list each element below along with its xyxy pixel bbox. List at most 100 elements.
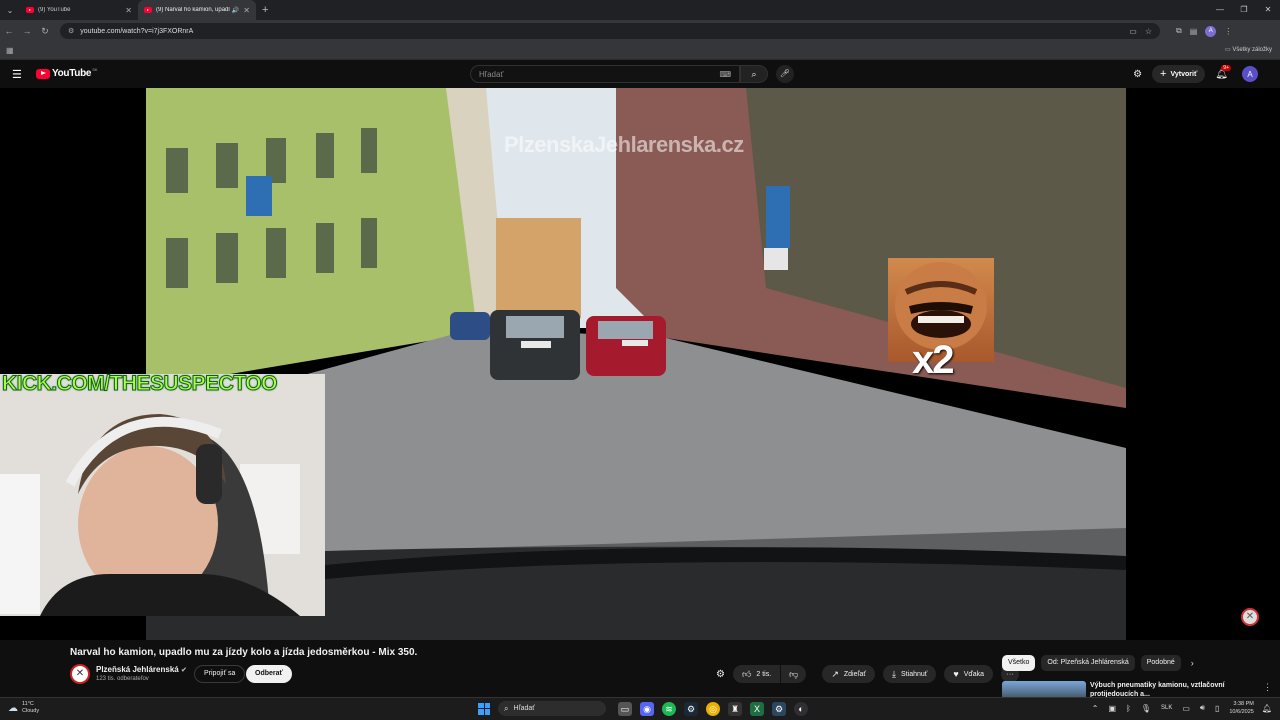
tab-title: (9) YouTube [38,7,71,13]
site-info-icon[interactable]: ⚙ [68,27,74,35]
maximize-icon[interactable]: ❐ [1232,0,1256,20]
download-icon: ⤓ [892,668,897,679]
search-placeholder: Hľadať [479,69,504,79]
search-input[interactable]: Hľadať ⌨ [470,65,740,83]
bookmark-star-icon[interactable]: ☆ [1145,27,1152,36]
tab-search-icon[interactable]: ⌄ [0,0,20,20]
taskbar-search-placeholder: Hľadať [513,705,535,712]
extension-gear-icon[interactable]: ⚙ [716,669,725,680]
search-button[interactable]: ⌕ [740,65,768,83]
download-label: Stiahnuť [901,670,928,678]
youtube-favicon-icon [144,7,152,13]
dislike-button[interactable]: 👎︎ [781,665,807,683]
channel-name[interactable]: Plzeňská Jehlárenská ✔ [96,665,187,674]
channel-avatar[interactable]: ✕ [70,664,90,684]
like-count: 2 tis. [756,670,772,678]
apps-grid-icon[interactable]: ▦ [6,46,14,55]
thumbs-up-icon: 👍︎ [741,668,752,679]
thanks-button[interactable]: ♥ Vďaka [944,665,994,683]
youtube-play-icon [36,68,50,79]
minimize-icon[interactable]: — [1208,0,1232,20]
app-icon[interactable]: ♜ [728,701,742,716]
create-label: Vytvoriť [1170,70,1198,78]
verified-icon: ✔ [180,667,187,674]
url-text: youtube.com/watch?v=i7j3FXORnrA [80,27,194,35]
subscribe-button[interactable]: Odberať [246,665,292,683]
search-icon: ⌕ [751,69,757,79]
steam-alt-icon[interactable]: ⚙ [772,701,786,716]
clock[interactable]: 3:38 PM 10/6/2025 [1229,700,1253,716]
all-bookmarks-label: Všetky záložky [1232,47,1272,53]
tab-groups-icon[interactable]: ▤ [1190,27,1198,36]
chevron-right-icon[interactable]: › [1191,658,1194,668]
windows-start-icon[interactable] [478,702,490,715]
system-tray: ⌃ ▣ ᛒ 🎙︎ SLK ▭ 🔊︎ ▯ 3:38 PM 10/6/2025 🔔︎ [1082,700,1272,716]
bookmarks-bar: ▦ ▭ Všetky záložky [0,42,1280,60]
close-tab-icon[interactable]: ✕ [243,6,250,15]
taskbar-search[interactable]: ⌕ Hľadať [498,701,606,716]
video-watermark: PlzenskaJehlarenska.cz [504,132,744,157]
share-icon: ↗ [831,668,839,679]
meme-multiplier: x2 [912,338,954,382]
streamer-webcam-overlay [0,374,325,616]
forward-icon[interactable]: → [18,26,36,36]
network-icon[interactable]: ▭ [1182,704,1190,713]
new-tab-button[interactable]: + [256,4,274,16]
tab-current-video[interactable]: (9) Narval ho kamion, upadl 🔊 ✕ [138,0,256,20]
download-button[interactable]: ⤓ Stiahnuť [883,665,937,683]
microphone-icon[interactable]: 🎙︎ [1141,704,1151,713]
excel-icon[interactable]: X [750,701,764,716]
tray-app-icon[interactable]: ▣ [1108,704,1116,713]
cast-icon[interactable]: ▭ [1129,27,1137,36]
close-tab-icon[interactable]: ✕ [125,6,132,15]
chrome-icon[interactable]: ◎ [706,701,720,716]
browser-tab-bar: ⌄ (9) YouTube ✕ (9) Narval ho kamion, up… [0,0,1280,20]
account-avatar[interactable]: A [1242,66,1258,82]
weather-condition: Cloudy [22,708,40,714]
tab-title: (9) Narval ho kamion, upadl [156,7,230,13]
keyboard-language[interactable]: SLK [1161,705,1172,711]
browser-menu-icon[interactable]: ⋮ [1224,27,1232,36]
more-vert-icon[interactable]: ⋮ [1263,682,1272,693]
subscriber-count: 123 tis. odberateľov [96,676,149,682]
share-button[interactable]: ↗ Zdieľať [822,665,876,683]
hamburger-menu-icon[interactable]: ☰ [12,68,22,81]
tray-chevron-icon[interactable]: ⌃ [1092,704,1099,713]
chip-from-channel[interactable]: Od: Plzeňská Jehlárenská [1041,655,1135,671]
url-bar[interactable]: ⚙ youtube.com/watch?v=i7j3FXORnrA ▭ ☆ [60,23,1160,39]
create-button[interactable]: + Vytvoriť [1152,65,1206,83]
task-view-icon[interactable]: ▭ [618,701,632,716]
keyboard-icon[interactable]: ⌨ [719,70,731,79]
reload-icon[interactable]: ↻ [36,26,54,37]
taskbar-apps: ⌕ Hľadať ▭ ◉ ≋ ⚙ ◎ ♜ X ⚙ ◐ [478,701,812,716]
chip-related[interactable]: Podobné [1140,655,1181,671]
close-window-icon[interactable]: ✕ [1256,0,1280,20]
extension-gear-icon[interactable]: ⚙ [1133,69,1142,80]
youtube-logo[interactable]: YouTube SK [36,67,98,79]
discord-icon[interactable]: ◉ [640,701,654,716]
bluetooth-icon[interactable]: ᛒ [1126,704,1131,713]
browser-profile-avatar[interactable]: A [1205,25,1217,37]
voice-search-icon[interactable]: 🎤︎ [776,65,794,83]
weather-widget[interactable]: ☁ 11°C Cloudy [8,701,39,715]
battery-icon[interactable]: ▯ [1215,704,1219,713]
steam-icon[interactable]: ⚙ [684,701,698,716]
tab-youtube-home[interactable]: (9) YouTube ✕ [20,0,138,20]
video-player[interactable]: PlzenskaJehlarenska.cz x2 KICK.COM/THESU [0,88,1280,640]
back-icon[interactable]: ← [0,26,18,36]
join-button[interactable]: Pripojiť sa [194,665,246,683]
chip-all[interactable]: Všetko [1002,655,1036,671]
spotify-icon[interactable]: ≋ [662,701,676,716]
notifications-bell-icon[interactable]: 🔔︎ 9+ [1215,64,1231,80]
audio-playing-icon[interactable]: 🔊 [232,7,239,14]
country-code: SK [92,67,98,72]
laughing-meme-sticker: x2 [888,258,994,382]
obs-icon[interactable]: ◐ [794,701,808,716]
like-button[interactable]: 👍︎ 2 tis. [732,665,781,683]
close-overlay-icon[interactable]: ✕ [1241,608,1259,626]
volume-icon[interactable]: 🔊︎ [1200,703,1205,713]
extensions-icon[interactable]: ⧉ [1176,26,1182,36]
all-bookmarks-button[interactable]: ▭ Všetky záložky [1225,46,1272,53]
search-icon: ⌕ [504,703,509,713]
notifications-icon[interactable]: 🔔︎ [1262,704,1272,713]
